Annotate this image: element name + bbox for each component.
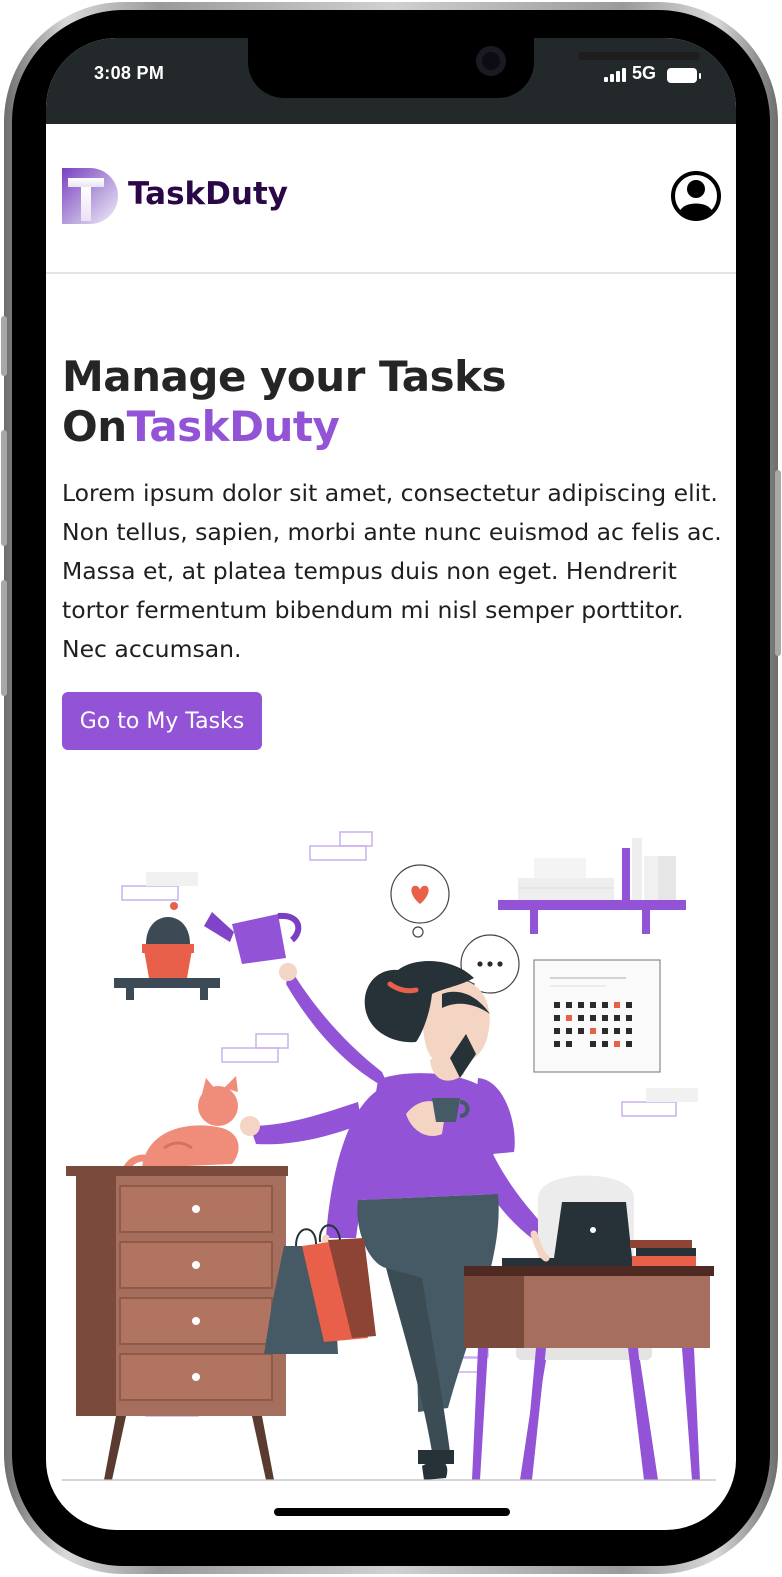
front-camera xyxy=(476,46,506,76)
brand-name[interactable]: TaskDuty xyxy=(128,176,288,212)
home-indicator[interactable] xyxy=(274,1508,510,1516)
multitasking-illustration xyxy=(62,831,716,1481)
logo-icon[interactable] xyxy=(62,168,118,224)
power-button xyxy=(775,470,781,656)
network-type: 5G xyxy=(632,63,657,83)
screen: 3:08 PM 5G TaskDuty Manage your Tasks On… xyxy=(46,38,736,1530)
status-time: 3:08 PM xyxy=(94,63,165,83)
mute-switch xyxy=(1,316,7,376)
hero-title: Manage your Tasks OnTaskDuty xyxy=(62,352,507,452)
go-to-my-tasks-button[interactable]: Go to My Tasks xyxy=(62,692,262,750)
hero-description: Lorem ipsum dolor sit amet, consectetur … xyxy=(62,479,722,663)
profile-icon[interactable] xyxy=(670,170,722,222)
battery-icon xyxy=(667,68,701,83)
volume-down-button xyxy=(1,580,7,696)
navbar: TaskDuty xyxy=(46,124,736,274)
notch xyxy=(248,38,700,98)
volume-up-button xyxy=(1,430,7,546)
hero-title-brand: TaskDuty xyxy=(126,402,340,451)
earpiece-speaker xyxy=(578,52,700,60)
hero-title-on: On xyxy=(62,402,127,451)
hero-title-line1: Manage your Tasks xyxy=(62,352,507,401)
signal-icon xyxy=(604,68,626,82)
